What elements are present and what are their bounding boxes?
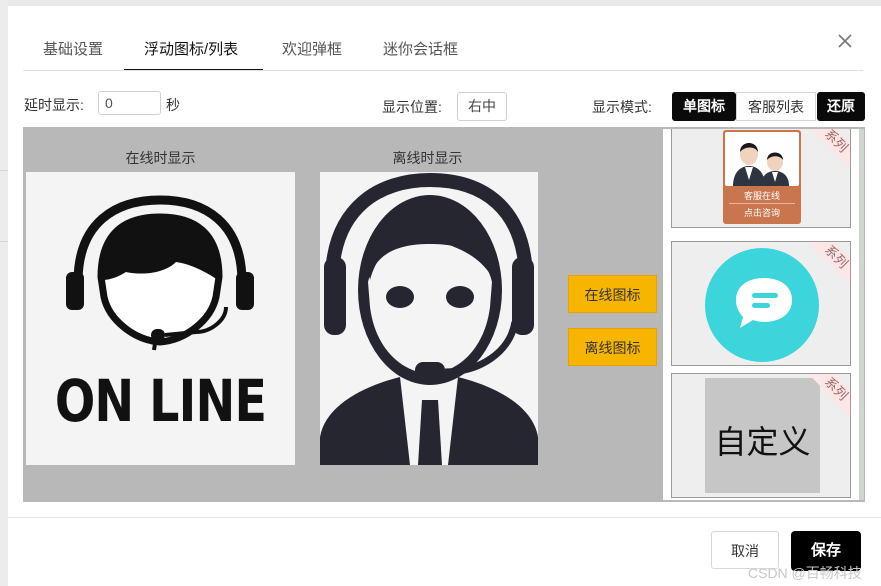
online-icon-button[interactable]: 在线图标 <box>568 275 657 313</box>
series-card-custom[interactable]: 自定义 系列 <box>671 373 851 498</box>
mode-label: 显示模式: <box>592 99 652 115</box>
custom-label: 自定义 <box>714 424 811 460</box>
tab-floating-icon-list[interactable]: 浮动图标/列表 <box>144 38 238 59</box>
mode-service-list-button[interactable]: 客服列表 <box>736 92 816 121</box>
card1-line1: 客服在线 <box>743 191 780 201</box>
footer-divider <box>8 517 881 518</box>
position-select[interactable]: 右中 <box>457 92 507 121</box>
settings-dialog: 基础设置 浮动图标/列表 欢迎弹框 迷你会话框 延时显示: 0 秒 显示位置: … <box>8 6 881 586</box>
online-image[interactable]: ON LINE <box>26 172 295 465</box>
customer-service-badge: 客服在线 点击咨询 <box>723 130 801 224</box>
tabs-divider <box>23 70 863 71</box>
close-icon[interactable] <box>834 30 856 52</box>
offline-image[interactable] <box>320 172 538 465</box>
tab-basic-settings[interactable]: 基础设置 <box>43 38 103 59</box>
card1-line2: 点击咨询 <box>743 208 780 218</box>
background-left-edge <box>0 0 8 586</box>
delay-label: 延时显示: <box>24 97 84 113</box>
headset-agent-offline-icon <box>320 172 538 465</box>
position-label: 显示位置: <box>382 99 442 115</box>
online-image-text: ON LINE <box>54 367 267 435</box>
online-caption: 在线时显示 <box>125 150 196 166</box>
tab-welcome-popup[interactable]: 欢迎弹框 <box>282 38 342 59</box>
tab-bar: 基础设置 浮动图标/列表 欢迎弹框 迷你会话框 <box>23 28 863 70</box>
mode-single-icon-button[interactable]: 单图标 <box>672 92 736 121</box>
delay-unit: 秒 <box>166 97 180 113</box>
series-card-chat-bubble[interactable]: 系列 <box>671 241 851 366</box>
icon-series-panel: 客服在线 点击咨询 系列 系列 自定义 系列 <box>663 129 859 500</box>
restore-button[interactable]: 还原 <box>817 92 865 121</box>
tab-mini-chat[interactable]: 迷你会话框 <box>383 38 458 59</box>
series-card-customer-service[interactable]: 客服在线 点击咨询 系列 <box>671 129 851 228</box>
offline-caption: 离线时显示 <box>392 150 463 166</box>
series-ribbon: 系列 <box>808 129 850 169</box>
offline-icon-button[interactable]: 离线图标 <box>568 328 657 366</box>
delay-input[interactable]: 0 <box>98 91 161 115</box>
panel-scrollbar[interactable] <box>859 129 864 500</box>
watermark: CSDN @百畅科技 <box>748 565 862 581</box>
chat-bubble-icon <box>705 248 819 362</box>
custom-icon-placeholder: 自定义 <box>705 378 820 493</box>
agents-photo-icon <box>733 143 789 186</box>
